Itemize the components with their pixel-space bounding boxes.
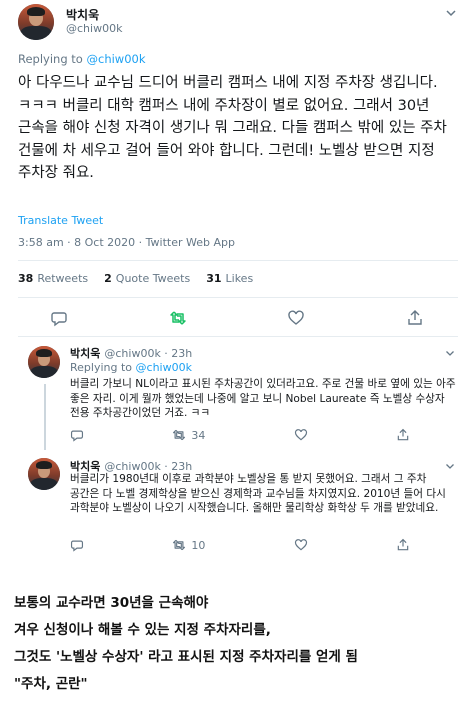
caret-down-icon[interactable] (444, 6, 458, 20)
retweet-button[interactable]: 34 (172, 428, 205, 442)
reply-text: 버클리 가보니 NL이라고 표시된 주차공간이 있더라고요. 주로 건물 바로 … (70, 378, 456, 419)
caption-line: 그것도 '노벨상 수상자' 라고 표시된 지정 주차자리를 얻게 됨 (14, 649, 358, 665)
retweet-count: 10 (191, 538, 206, 552)
post-caption: 보통의 교수라면 30년을 근속해야 겨우 신청이나 해볼 수 있는 지정 주차… (14, 590, 464, 698)
reply-avatar[interactable] (28, 346, 60, 378)
thread-line (44, 384, 46, 450)
reply-replying-to: Replying to @chiw00k (70, 361, 192, 374)
retweet-icon (170, 311, 186, 325)
caption-line: "주차, 곤란" (14, 676, 88, 692)
retweets-label: Retweets (37, 272, 89, 285)
reply-action-bar: 10 (70, 538, 410, 552)
reply-button[interactable] (70, 538, 84, 552)
quotes-stat[interactable]: 2 Quote Tweets (104, 272, 190, 285)
author-handle[interactable]: @chiw00k (66, 22, 122, 35)
share-icon (408, 310, 422, 325)
caret-down-icon[interactable] (444, 347, 456, 359)
reply-header: 박치욱 @chiw00k · 23h (70, 345, 192, 361)
divider (18, 336, 458, 337)
author-name[interactable]: 박치욱 (66, 6, 99, 23)
reply-icon (70, 540, 84, 552)
author-avatar[interactable] (18, 4, 54, 40)
quotes-count: 2 (104, 272, 112, 285)
tweet-text: 아 다우드나 교수님 드디어 버클리 캠퍼스 내에 지정 주차장 생깁니다. ㅋ… (18, 75, 447, 181)
tweet-card: 박치욱 @chiw00k Replying to @chiw00k 아 다우드나… (0, 0, 474, 555)
quotes-label: Quote Tweets (115, 272, 191, 285)
caret-down-icon[interactable] (444, 460, 456, 472)
translate-tweet-link[interactable]: Translate Tweet (18, 214, 103, 227)
replying-label: Replying to (18, 52, 83, 66)
replying-to: Replying to @chiw00k (18, 52, 146, 66)
replying-label: Replying to (70, 361, 133, 374)
likes-stat[interactable]: 31 Likes (206, 272, 253, 285)
main-action-bar (0, 309, 474, 327)
like-icon (288, 310, 304, 325)
retweet-button[interactable] (169, 309, 187, 327)
caption-line: 보통의 교수라면 30년을 근속해야 (14, 595, 209, 611)
like-button[interactable] (294, 428, 308, 442)
reply-button[interactable] (50, 309, 68, 327)
share-button[interactable] (396, 538, 410, 552)
retweet-icon (173, 539, 186, 551)
replying-handle-link[interactable]: @chiw00k (87, 52, 146, 66)
reply-action-bar: 34 (70, 428, 410, 442)
share-icon (397, 428, 409, 441)
divider (18, 297, 458, 298)
caption-line: 겨우 신청이나 해볼 수 있는 지정 주차자리를, (14, 622, 271, 638)
like-icon (294, 539, 307, 551)
retweets-count: 38 (18, 272, 34, 285)
tweet-timestamp[interactable]: 3:58 am · 8 Oct 2020 · Twitter Web App (18, 236, 235, 249)
share-button[interactable] (396, 428, 410, 442)
like-icon (294, 429, 307, 441)
retweet-count: 34 (191, 428, 206, 442)
like-button[interactable] (287, 309, 305, 327)
retweet-icon (173, 429, 186, 441)
reply-text: 버클리가 1980년대 이후로 과학분야 노벨상을 통 받지 못했어요. 그래서… (70, 473, 446, 514)
retweet-button[interactable]: 10 (172, 538, 205, 552)
reply-button[interactable] (70, 428, 84, 442)
retweets-stat[interactable]: 38 Retweets (18, 272, 88, 285)
divider (18, 260, 458, 261)
likes-label: Likes (225, 272, 254, 285)
share-icon (397, 538, 409, 551)
likes-count: 31 (206, 272, 222, 285)
reply-avatar[interactable] (28, 458, 60, 490)
like-button[interactable] (294, 538, 308, 552)
reply-author-name[interactable]: 박치욱 (70, 347, 100, 360)
tweet-stats: 38 Retweets 2 Quote Tweets 31 Likes (18, 272, 253, 285)
reply-icon (70, 430, 84, 442)
replying-handle-link[interactable]: @chiw00k (136, 361, 192, 374)
reply-handle-time[interactable]: @chiw00k · 23h (104, 347, 192, 360)
reply-icon (51, 312, 67, 327)
share-button[interactable] (406, 309, 424, 327)
